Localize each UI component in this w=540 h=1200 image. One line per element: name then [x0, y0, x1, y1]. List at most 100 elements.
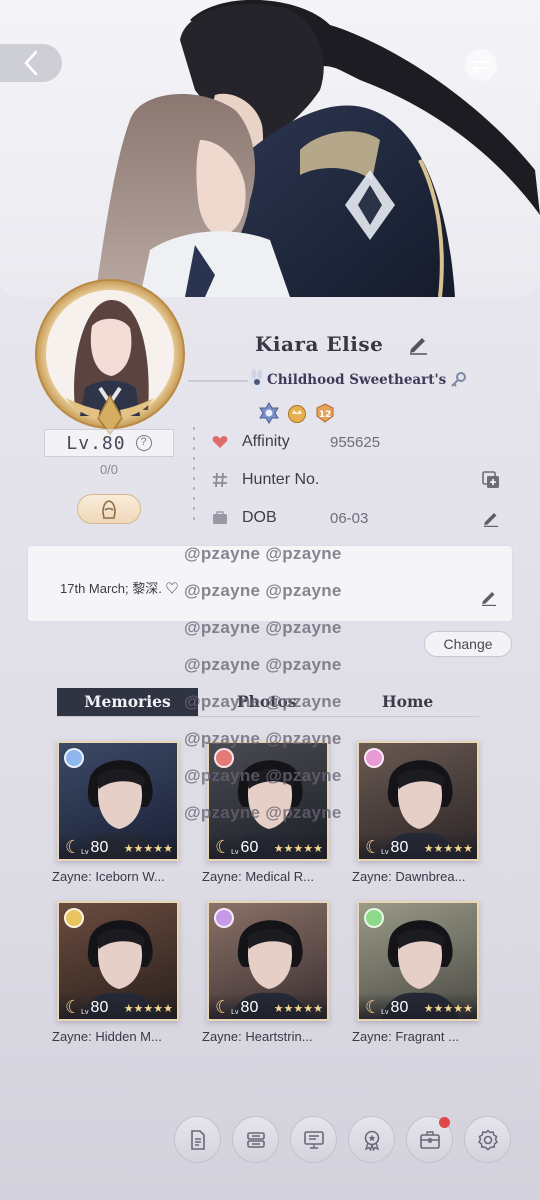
card-lv-prefix: Lv	[81, 849, 89, 856]
watermark-line: @pzayne @pzayne	[184, 655, 342, 674]
tab-photos[interactable]: Photos	[237, 688, 297, 716]
level-progress: 0/0	[99, 462, 119, 477]
snowflake-badge-icon[interactable]	[258, 402, 280, 424]
card-lv-prefix: Lv	[381, 1009, 389, 1016]
level-text: Lv.80	[66, 432, 126, 454]
card-level-number: 80	[390, 839, 409, 856]
tab-memories[interactable]: Memories	[57, 688, 198, 716]
memory-card[interactable]: ☾ Lv 60 ★★★★★ Zayne: Medical R...	[202, 741, 329, 884]
hash-icon	[213, 472, 227, 488]
hunter-no-label: Hunter No.	[242, 471, 320, 488]
rank-12-badge-icon[interactable]: 12	[314, 402, 336, 424]
change-button[interactable]: Change	[424, 631, 512, 657]
card-rarity-badge	[364, 908, 384, 928]
memory-card[interactable]: ☾ Lv 80 ★★★★★ Zayne: Heartstrin...	[202, 901, 329, 1044]
memory-card-art: ☾ Lv 80 ★★★★★	[357, 901, 479, 1021]
memory-card[interactable]: ☾ Lv 80 ★★★★★ Zayne: Dawnbrea...	[352, 741, 479, 884]
display-button[interactable]	[290, 1116, 337, 1163]
title-tag[interactable]: Childhood Sweetheart's	[245, 366, 467, 394]
memory-card-title: Zayne: Medical R...	[202, 869, 314, 884]
card-rarity-badge	[214, 908, 234, 928]
card-lv-prefix: Lv	[81, 1009, 89, 1016]
copy-icon	[482, 471, 499, 488]
rabbit-icon	[249, 369, 265, 390]
crown-badge-icon[interactable]	[286, 402, 308, 424]
dob-label: DOB	[242, 509, 277, 526]
card-lv-prefix: Lv	[231, 849, 239, 856]
storage-button[interactable]	[232, 1116, 279, 1163]
card-rarity-badge	[64, 908, 84, 928]
memory-card-art: ☾ Lv 80 ★★★★★	[207, 901, 329, 1021]
tab-home[interactable]: Home	[382, 688, 433, 716]
pencil-icon	[482, 592, 496, 607]
change-avatar-button[interactable]	[77, 494, 141, 524]
moon-icon: ☾	[215, 837, 232, 857]
back-button[interactable]	[0, 44, 62, 82]
key-icon	[451, 372, 466, 387]
moon-icon: ☾	[65, 837, 82, 857]
settings-button[interactable]	[464, 1116, 511, 1163]
memory-card[interactable]: ☾ Lv 80 ★★★★★ Zayne: Hidden M...	[52, 901, 179, 1044]
edit-dob-button[interactable]	[482, 509, 500, 527]
memory-card-title: Zayne: Heartstrin...	[202, 1029, 313, 1044]
pencil-icon	[410, 338, 428, 355]
help-icon[interactable]: ?	[135, 435, 152, 451]
card-level-number: 60	[240, 839, 259, 856]
card-level: ☾ Lv 60	[215, 838, 258, 856]
edit-bio-button[interactable]	[480, 588, 498, 611]
card-level-number: 80	[240, 999, 259, 1016]
card-rarity-badge	[64, 748, 84, 768]
bio-box[interactable]: 17th March; 黎深. ♡	[27, 545, 513, 622]
hunter-no-row: Hunter No.	[210, 465, 510, 495]
swap-background-button[interactable]	[465, 49, 497, 81]
card-level: ☾ Lv 80	[65, 998, 108, 1016]
card-lv-prefix: Lv	[231, 1009, 239, 1016]
card-stars: ★★★★★	[423, 1003, 473, 1015]
memory-card-title: Zayne: Hidden M...	[52, 1029, 162, 1044]
achievements-button[interactable]	[348, 1116, 395, 1163]
moon-icon: ☾	[65, 997, 82, 1017]
card-rarity-badge	[364, 748, 384, 768]
records-button[interactable]	[174, 1116, 221, 1163]
card-stars: ★★★★★	[123, 843, 173, 855]
player-title: Childhood Sweetheart's	[267, 372, 447, 388]
affinity-value: 955625	[330, 433, 381, 451]
memory-card-art: ☾ Lv 80 ★★★★★	[357, 741, 479, 861]
bag-button[interactable]	[406, 1116, 453, 1163]
swap-arrows-icon	[471, 57, 491, 73]
memory-card-title: Zayne: Iceborn W...	[52, 869, 165, 884]
memory-card-art: ☾ Lv 60 ★★★★★	[207, 741, 329, 861]
document-icon	[190, 1129, 205, 1150]
svg-text:12: 12	[319, 410, 332, 420]
notification-dot	[439, 1117, 450, 1128]
couple-illustration	[95, 0, 540, 297]
heart-icon	[212, 436, 228, 448]
gear-icon	[477, 1128, 498, 1150]
divider	[193, 427, 195, 527]
card-stars: ★★★★★	[273, 843, 323, 855]
avatar[interactable]	[30, 278, 190, 438]
card-stars: ★★★★★	[273, 1003, 323, 1015]
level-box: Lv.80 ?	[44, 429, 174, 457]
affinity-label: Affinity	[242, 433, 290, 450]
card-stars: ★★★★★	[123, 1003, 173, 1015]
memory-card[interactable]: ☾ Lv 80 ★★★★★ Zayne: Iceborn W...	[52, 741, 179, 884]
card-lv-prefix: Lv	[381, 849, 389, 856]
dob-value: 06-03	[330, 509, 369, 527]
card-stars: ★★★★★	[423, 843, 473, 855]
tab-bar: Memories Photos Home	[57, 688, 479, 717]
copy-hunter-no-button[interactable]	[482, 471, 500, 489]
dob-row: DOB 06-03	[210, 503, 510, 533]
person-outline-icon	[102, 500, 116, 519]
memory-card-title: Zayne: Dawnbrea...	[352, 869, 466, 884]
memory-card[interactable]: ☾ Lv 80 ★★★★★ Zayne: Fragrant ...	[352, 901, 479, 1044]
edit-name-button[interactable]	[407, 333, 429, 355]
screen-icon	[303, 1130, 324, 1149]
title-connector-line	[188, 380, 248, 382]
briefcase-small-icon	[213, 511, 227, 524]
moon-icon: ☾	[215, 997, 232, 1017]
watermark-line: @pzayne @pzayne	[184, 618, 342, 637]
stack-icon	[246, 1131, 265, 1148]
chevron-left-icon	[24, 50, 38, 76]
card-level-number: 80	[90, 999, 109, 1016]
